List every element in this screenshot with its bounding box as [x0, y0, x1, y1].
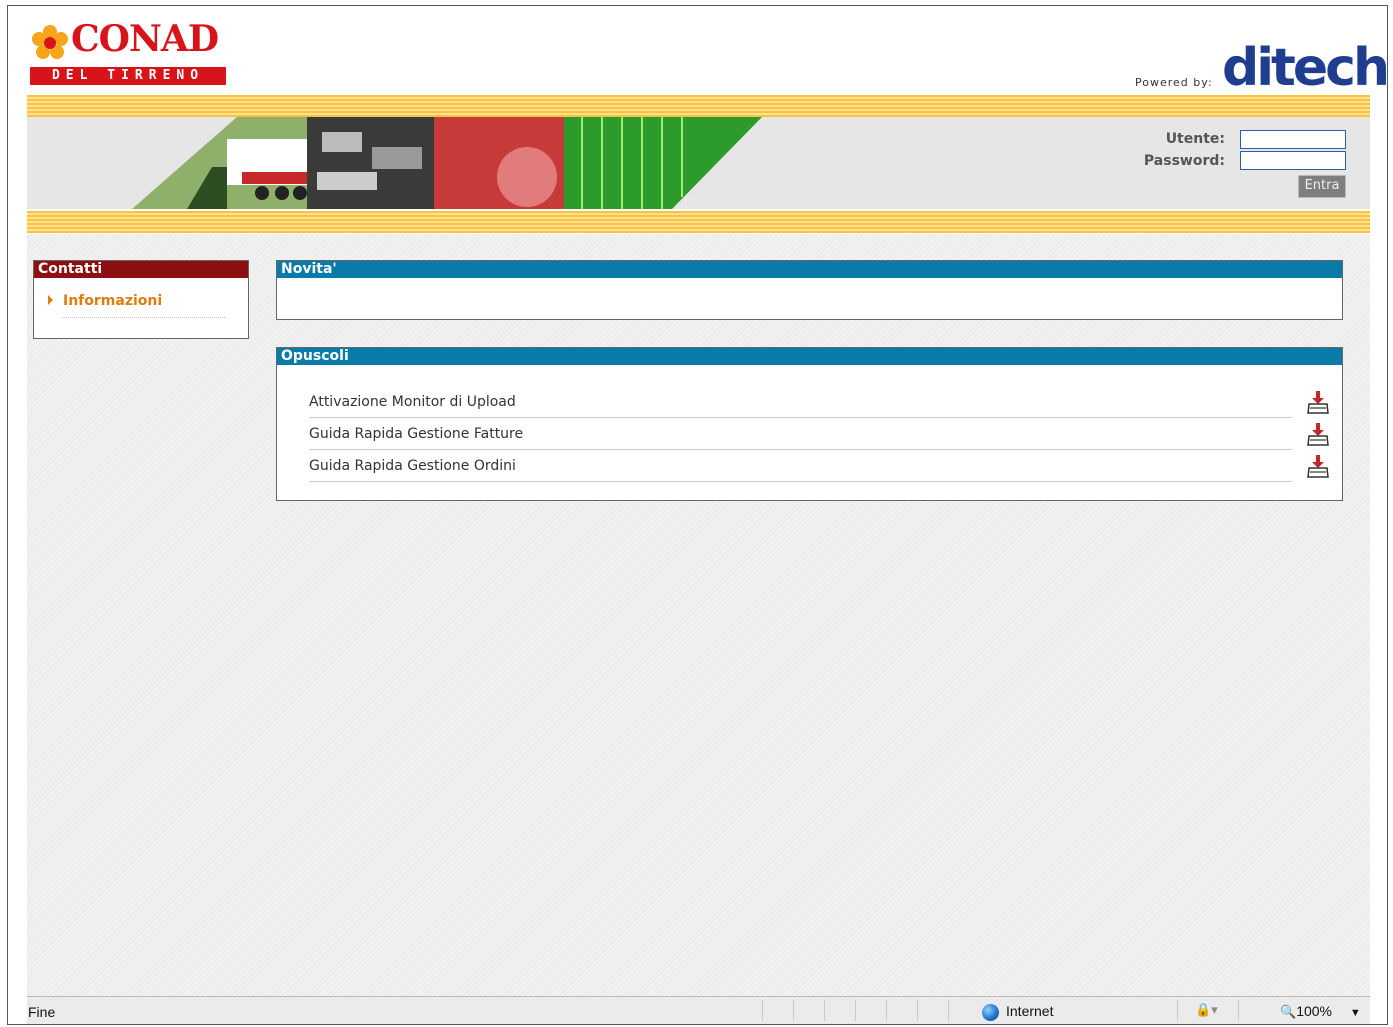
brand-sub: DEL TIRRENO: [30, 67, 226, 85]
password-input[interactable]: [1240, 151, 1346, 170]
brand-name: CONAD: [71, 18, 219, 60]
header-stripe: [27, 95, 1370, 117]
banner-stripe: [27, 211, 1370, 233]
status-text: Fine: [28, 1004, 56, 1020]
ditech-logo[interactable]: ditech: [1222, 42, 1390, 94]
banner-image: [132, 117, 762, 209]
chevron-down-icon[interactable]: ▼: [1350, 1007, 1361, 1019]
conad-logo[interactable]: CONAD DEL TIRRENO: [27, 18, 232, 88]
content-area: Contatti Informazioni Novita' Opuscoli A…: [27, 234, 1370, 996]
brochures-title: Opuscoli: [277, 348, 1342, 365]
brochure-label[interactable]: Guida Rapida Gestione Fatture: [309, 426, 523, 442]
status-separator: [886, 1000, 887, 1021]
brochure-label[interactable]: Guida Rapida Gestione Ordini: [309, 458, 516, 474]
list-item[interactable]: Attivazione Monitor di Upload: [309, 386, 1292, 418]
enter-button[interactable]: Entra: [1298, 175, 1346, 198]
zoom-control[interactable]: 🔍100% ▼: [1280, 1003, 1361, 1020]
password-label: Password:: [1143, 153, 1225, 169]
user-input[interactable]: [1240, 130, 1346, 149]
brochure-label[interactable]: Attivazione Monitor di Upload: [309, 394, 516, 410]
protected-mode-icon[interactable]: 🔒▾: [1195, 1002, 1218, 1018]
status-separator: [762, 1000, 763, 1021]
contacts-panel: Contatti Informazioni: [33, 260, 249, 339]
security-zone[interactable]: Internet: [982, 1003, 1053, 1021]
flower-icon: [32, 25, 68, 59]
status-separator: [917, 1000, 918, 1021]
status-separator: [948, 1000, 949, 1021]
status-separator: [793, 1000, 794, 1021]
download-icon[interactable]: [1307, 391, 1329, 415]
contacts-title: Contatti: [34, 261, 248, 278]
zoom-icon: 🔍: [1280, 1004, 1297, 1019]
news-panel: Novita': [276, 260, 1343, 320]
news-title: Novita': [277, 261, 1342, 278]
arrow-right-icon: [48, 295, 53, 305]
zoom-label: 100%: [1296, 1003, 1332, 1019]
user-label: Utente:: [1165, 131, 1225, 147]
status-bar: Fine Internet 🔒▾ 🔍100% ▼: [27, 996, 1370, 1024]
sidebar-item-label: Informazioni: [63, 293, 163, 309]
status-separator: [1177, 1000, 1178, 1021]
status-separator: [1238, 1000, 1239, 1021]
download-icon[interactable]: [1307, 423, 1329, 447]
status-separator: [855, 1000, 856, 1021]
sidebar-item-informazioni[interactable]: Informazioni: [48, 293, 162, 309]
zone-label: Internet: [1006, 1003, 1054, 1019]
list-item[interactable]: Guida Rapida Gestione Fatture: [309, 418, 1292, 450]
powered-by-label: Powered by:: [1135, 76, 1213, 89]
download-icon[interactable]: [1307, 455, 1329, 479]
globe-icon: [982, 1003, 999, 1021]
divider: [62, 317, 225, 318]
list-item[interactable]: Guida Rapida Gestione Ordini: [309, 450, 1292, 482]
brochures-panel: Opuscoli Attivazione Monitor di Upload G…: [276, 347, 1343, 501]
status-separator: [824, 1000, 825, 1021]
